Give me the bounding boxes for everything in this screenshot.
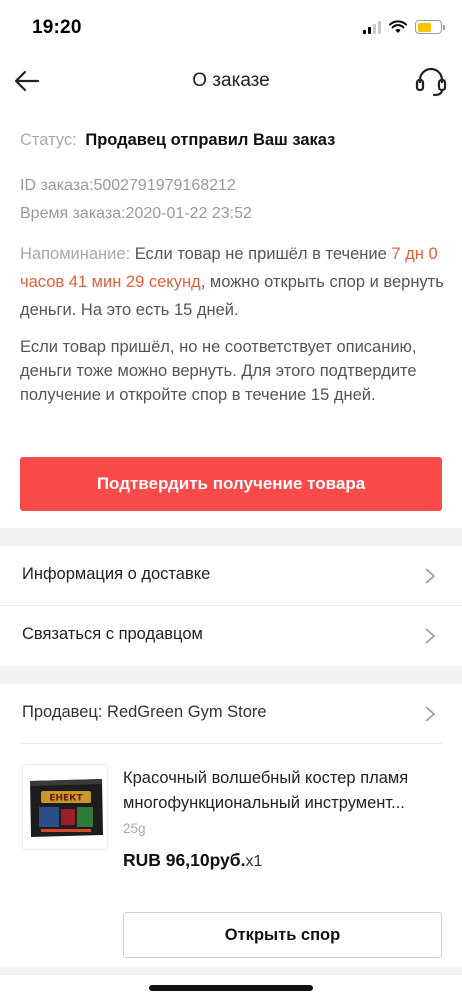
battery-icon: [415, 20, 445, 34]
order-time: Время заказа:2020-01-22 23:52: [20, 202, 445, 225]
seller-row[interactable]: Продавец: RedGreen Gym Store: [0, 684, 462, 744]
chevron-right-icon: [425, 628, 436, 644]
reminder-text: Напоминание: Если товар не пришёл в тече…: [20, 240, 445, 324]
status-time: 19:20: [32, 17, 82, 38]
headset-support-icon[interactable]: [414, 64, 448, 98]
product-variant: 25g: [123, 821, 146, 836]
product-title[interactable]: Красочный волшебный костер пламя многофу…: [123, 766, 443, 816]
chevron-right-icon: [425, 706, 436, 722]
confirm-receipt-button[interactable]: Подтвердить получение товара: [20, 457, 442, 511]
cellular-signal-icon: [363, 20, 381, 34]
product-packet-image: ЕНЕКТ: [23, 765, 107, 849]
product-image-text: ЕНЕКТ: [49, 794, 83, 804]
order-time-label: Время заказа:: [20, 205, 126, 222]
status-value: Продавец отправил Ваш заказ: [85, 131, 336, 149]
chevron-right-icon: [425, 568, 436, 584]
product-price: RUB 96,10руб.x1: [123, 850, 262, 871]
order-status: Статус: Продавец отправил Ваш заказ: [20, 129, 445, 152]
nav-bar: О заказе: [0, 56, 462, 108]
contact-seller-row[interactable]: Связаться с продавцом: [0, 606, 462, 666]
order-id: ID заказа:5002791979168212: [20, 174, 445, 197]
refund-note: Если товар пришёл, но не соответствует о…: [20, 338, 417, 404]
section-divider: [0, 967, 462, 975]
home-indicator[interactable]: [149, 985, 313, 991]
reminder-label: Напоминание:: [20, 245, 131, 263]
order-id-label: ID заказа:: [20, 177, 94, 194]
status-icons: [363, 20, 445, 34]
contact-seller-label: Связаться с продавцом: [22, 625, 203, 643]
order-id-value: 5002791979168212: [93, 177, 236, 194]
row-divider: [20, 743, 442, 744]
status-label: Статус:: [20, 131, 77, 149]
section-divider: [0, 528, 462, 546]
product-quantity: x1: [245, 853, 263, 870]
delivery-info-label: Информация о доставке: [22, 565, 211, 583]
price-value: RUB 96,10руб.: [123, 850, 246, 870]
page-title: О заказе: [192, 70, 270, 91]
order-time-value: 2020-01-22 23:52: [125, 205, 252, 222]
product-image[interactable]: ЕНЕКТ: [22, 764, 108, 850]
status-bar: 19:20: [0, 0, 462, 56]
open-dispute-button[interactable]: Открыть спор: [123, 912, 442, 958]
delivery-info-row[interactable]: Информация о доставке: [0, 546, 462, 606]
reminder-text-before: Если товар не пришёл в течение: [130, 245, 392, 263]
wifi-icon: [389, 20, 407, 33]
seller-label: Продавец: RedGreen Gym Store: [22, 703, 267, 721]
section-divider: [0, 666, 462, 684]
